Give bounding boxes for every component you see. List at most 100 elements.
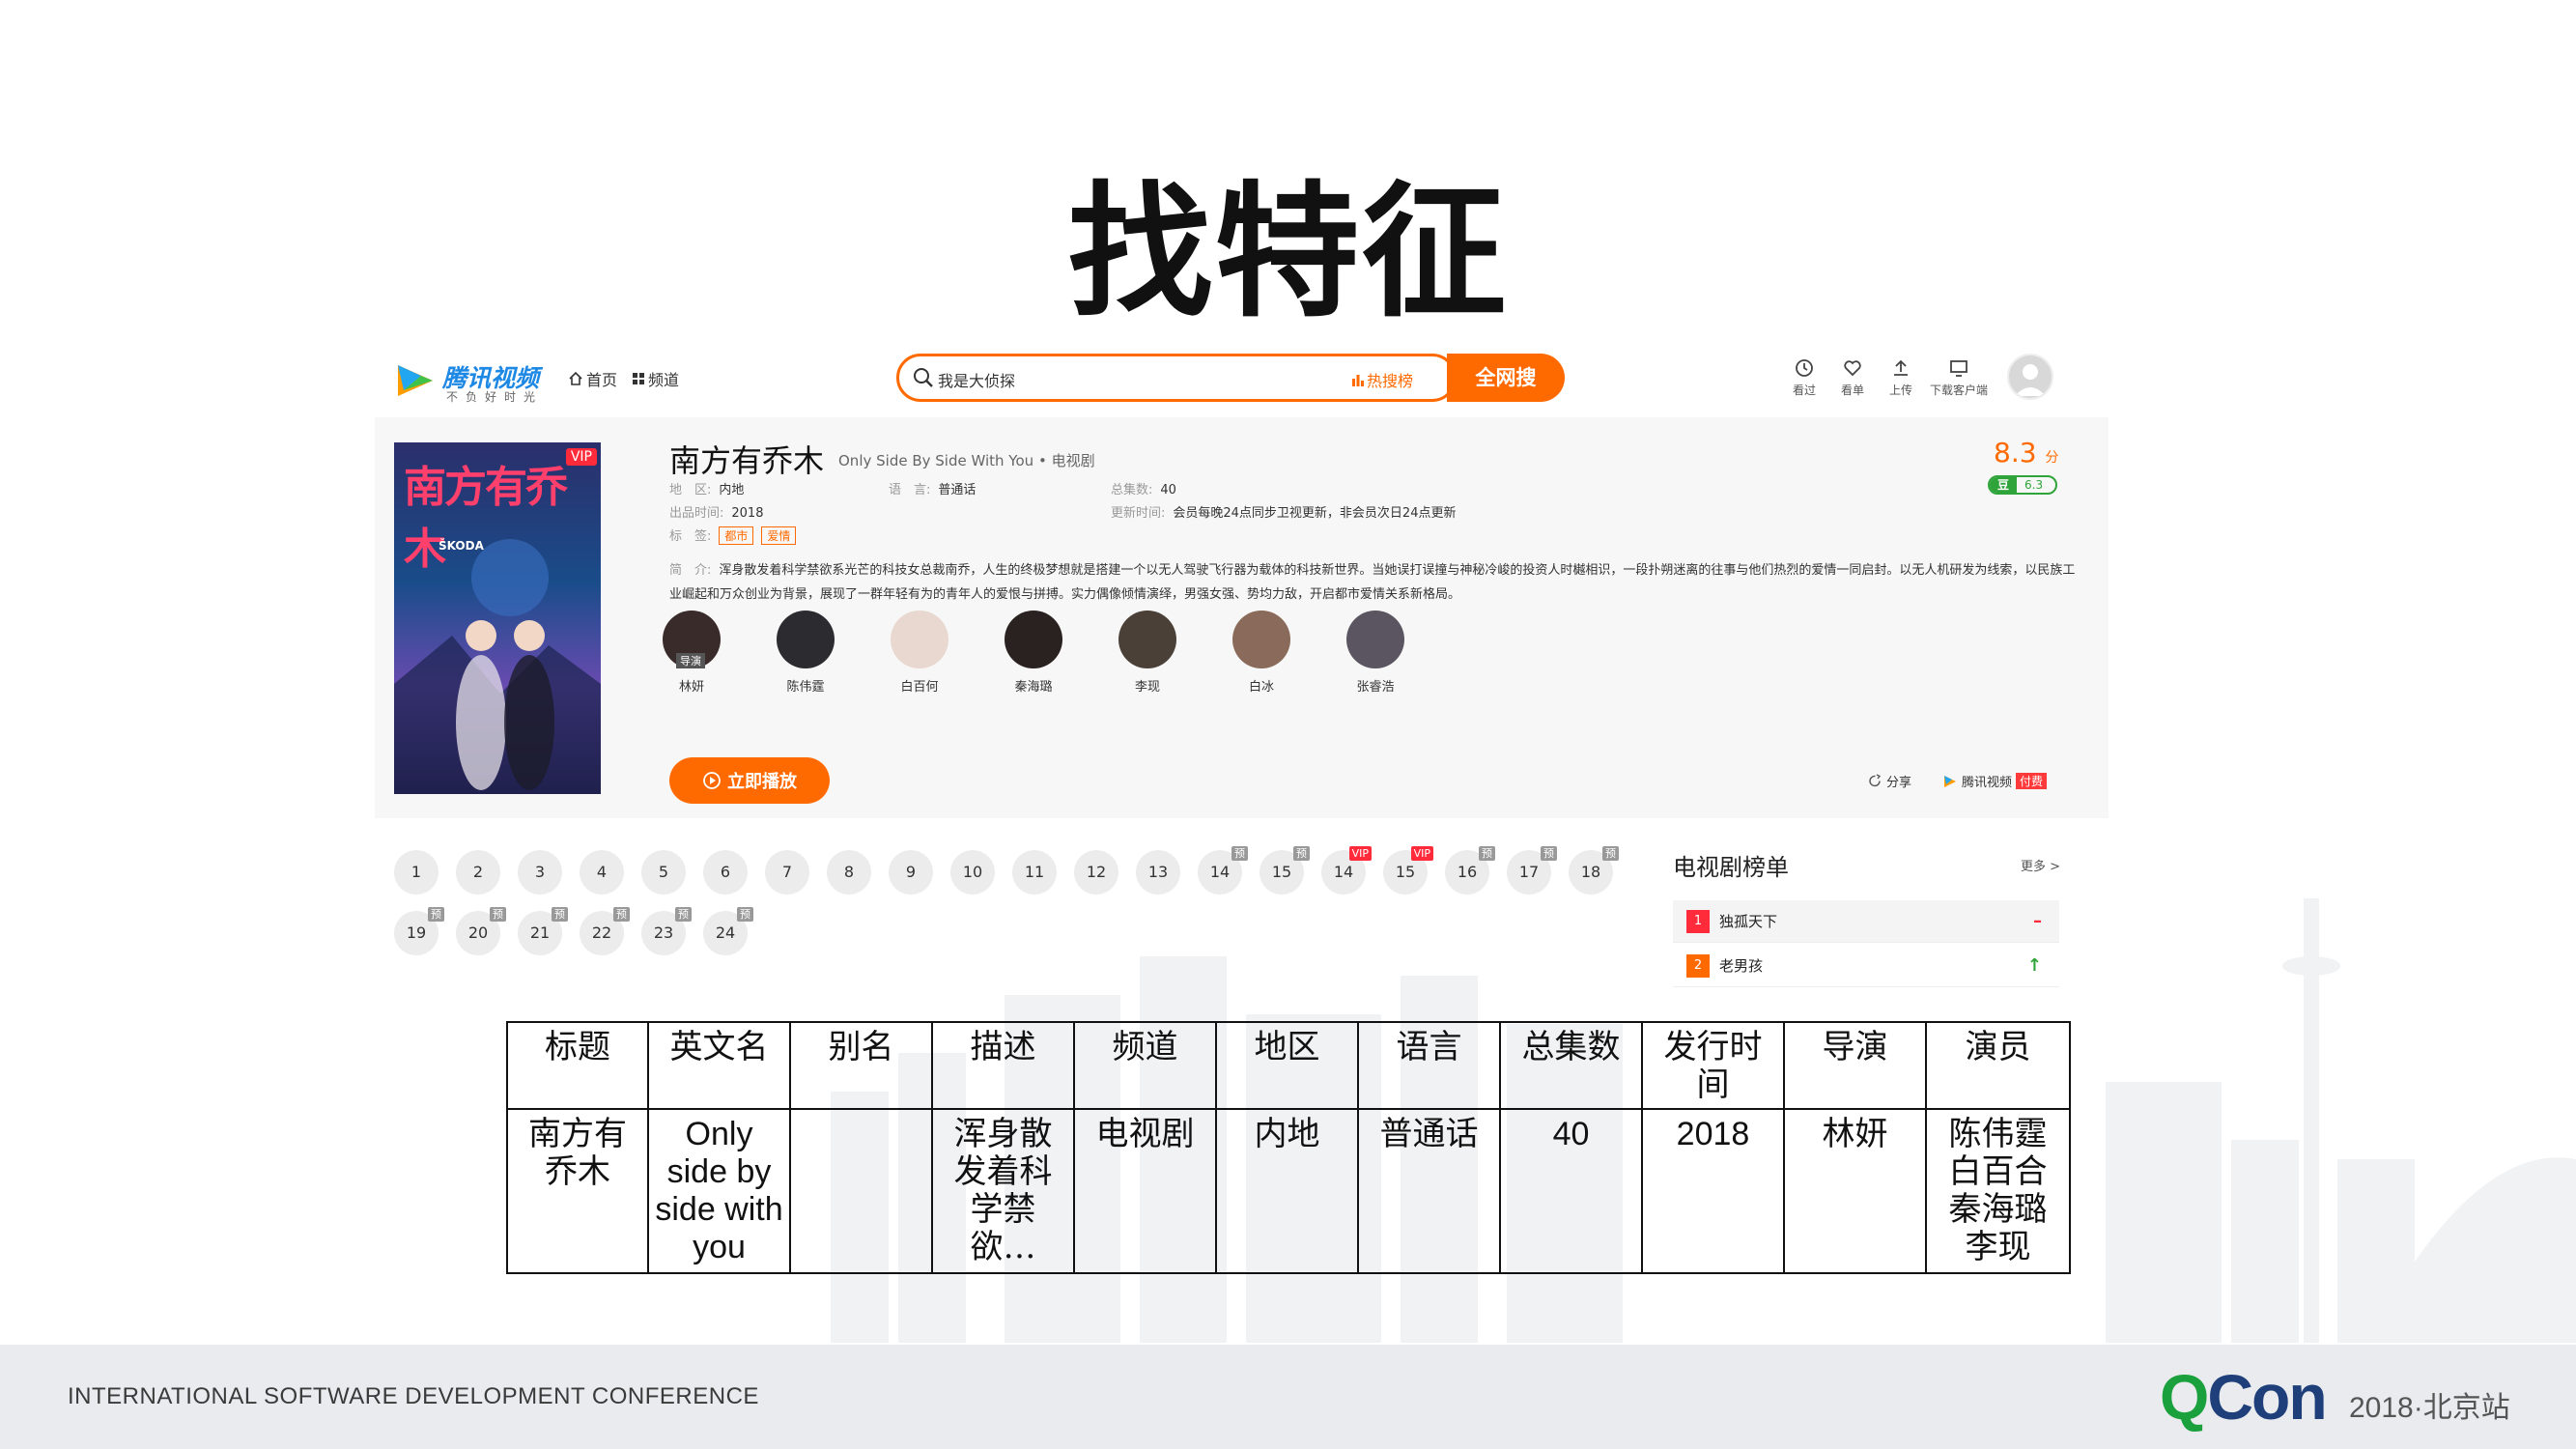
ranking-more-link[interactable]: 更多 > (2021, 856, 2060, 874)
episodes-key: 总集数: (1111, 483, 1153, 497)
watchlist-label: 看单 (1841, 384, 1865, 397)
episode-button[interactable]: 6 (703, 850, 748, 895)
play-logo-icon (398, 365, 433, 396)
search-button[interactable]: 全网搜 (1447, 354, 1565, 402)
episode-button[interactable]: 10 (950, 850, 995, 895)
dot-separator: • (1037, 452, 1052, 469)
nav-home-label: 首页 (586, 371, 618, 389)
tencent-video-logo[interactable]: 腾讯视频 不负好时光 (394, 357, 558, 406)
cell-language: 普通话 (1357, 1108, 1501, 1274)
download-client-button[interactable]: 下载客户端 (1930, 357, 1988, 398)
search-box[interactable]: 我是大侦探 热搜榜 (896, 354, 1457, 402)
ranking-title: 电视剧榜单 (1673, 854, 1789, 881)
download-client-label: 下载客户端 (1930, 384, 1989, 397)
episode-number: 5 (658, 863, 669, 881)
episode-button[interactable]: 21 预 (518, 907, 568, 955)
english-title: Only Side By Side With You (838, 452, 1034, 469)
col-header: 地区 (1215, 1021, 1359, 1110)
episode-button[interactable]: 4 (580, 850, 624, 895)
episode-button[interactable]: 8 (827, 850, 871, 895)
watchlist-button[interactable]: 看单 (1841, 357, 1864, 398)
tags-key: 标 签: (669, 529, 712, 544)
release-key: 出品时间: (669, 506, 724, 521)
episode-button[interactable]: 1 (394, 850, 439, 895)
tag-chip[interactable]: 爱情 (761, 526, 797, 545)
language-value: 普通话 (938, 483, 977, 497)
episode-button[interactable]: 2 (456, 850, 500, 895)
nav-channel[interactable]: 频道 (632, 367, 679, 390)
episode-button[interactable]: 14 VIP (1321, 846, 1372, 895)
col-header: 别名 (789, 1021, 933, 1110)
meta-tags: 标 签: 都市 爱情 (669, 526, 804, 545)
upload-button[interactable]: 上传 (1889, 357, 1912, 398)
episode-button[interactable]: 20 预 (456, 907, 506, 955)
episode-button[interactable]: 23 预 (641, 907, 692, 955)
col-header: 英文名 (647, 1021, 791, 1110)
episodes-value: 40 (1160, 483, 1176, 497)
poster-vip-badge: VIP (565, 448, 597, 466)
show-title: 南方有乔木 (669, 442, 825, 479)
episode-button[interactable]: 12 (1074, 850, 1118, 895)
history-button[interactable]: 看过 (1793, 357, 1816, 398)
meta-region: 地 区: 内地 (669, 479, 744, 497)
search-input[interactable]: 我是大侦探 (938, 368, 1015, 391)
tag-chip[interactable]: 都市 (719, 526, 754, 545)
share-icon (1869, 774, 1882, 787)
preview-badge: 预 (737, 907, 753, 922)
episode-button[interactable]: 9 (889, 850, 933, 895)
cell-release: 2018 (1641, 1108, 1785, 1274)
episode-number: 17 (1518, 863, 1540, 881)
hot-search-label: 热搜榜 (1367, 372, 1414, 390)
share-button[interactable]: 分享 (1868, 772, 1911, 790)
preview-badge: 预 (1231, 846, 1248, 861)
episode-button[interactable]: 18 预 (1569, 846, 1619, 895)
description: 简 介: 浑身散发着科学禁欲系光芒的科技女总裁南乔，人生的终极梦想就是搭建一个以无… (669, 558, 2080, 607)
episode-button[interactable]: 5 (641, 850, 686, 895)
episode-button[interactable]: 22 预 (580, 907, 630, 955)
episode-button[interactable]: 24 预 (703, 907, 753, 955)
nav-home[interactable]: 首页 (568, 367, 617, 390)
source-label: 腾讯视频 (1962, 776, 2013, 790)
episode-button[interactable]: 17 预 (1507, 846, 1557, 895)
show-type: 电视剧 (1051, 452, 1095, 469)
score-unit: 分 (2045, 450, 2059, 466)
episode-number: 18 (1580, 863, 1601, 881)
episode-button[interactable]: 15 预 (1260, 846, 1310, 895)
episode-button[interactable]: 15 VIP (1383, 846, 1433, 895)
cast-name: 白冰 (1248, 680, 1274, 695)
play-now-button[interactable]: 立即播放 (669, 757, 830, 804)
ranking-item[interactable]: 1 独孤天下 – (1673, 900, 2059, 943)
language-key: 语 言: (889, 483, 931, 497)
episode-button[interactable]: 19 预 (394, 907, 444, 955)
ranking-item[interactable]: 2 老男孩 ↑ (1673, 945, 2059, 987)
cast-member[interactable]: 张睿浩 (1332, 611, 1419, 695)
history-label: 看过 (1793, 384, 1817, 397)
play-now-label: 立即播放 (727, 772, 797, 792)
hot-search-link[interactable]: 热搜榜 (1351, 368, 1413, 391)
rank-number: 2 (1686, 953, 1710, 978)
source-link[interactable]: 腾讯视频 付费 (1942, 772, 2048, 790)
preview-badge: 预 (490, 907, 506, 922)
cast-member[interactable]: 陈伟霆 (762, 611, 849, 695)
douban-value: 6.3 (2024, 478, 2044, 492)
episode-button[interactable]: 16 预 (1445, 846, 1495, 895)
episode-button[interactable]: 7 (765, 850, 809, 895)
episode-button[interactable]: 13 (1136, 850, 1180, 895)
cast-member[interactable]: 导演 林妍 (648, 611, 735, 695)
show-poster[interactable]: 南方有乔木 VIP ŠKODA (394, 442, 601, 794)
cast-member[interactable]: 秦海璐 (990, 611, 1077, 695)
cast-avatar (1232, 611, 1290, 668)
user-avatar[interactable] (2007, 354, 2053, 400)
episode-number: 16 (1457, 863, 1478, 881)
meta-language: 语 言: 普通话 (889, 479, 976, 497)
episode-button[interactable]: 11 (1012, 850, 1057, 895)
table-header-row: 标题 英文名 别名 描述 频道 地区 语言 总集数 发行时间 导演 演员 (506, 1021, 2071, 1110)
conference-name: INTERNATIONAL SOFTWARE DEVELOPMENT CONFE… (68, 1383, 759, 1409)
cast-member[interactable]: 李现 (1104, 611, 1191, 695)
episode-button[interactable]: 14 预 (1198, 846, 1248, 895)
cast-member[interactable]: 白百何 (876, 611, 963, 695)
feature-table: 标题 英文名 别名 描述 频道 地区 语言 总集数 发行时间 导演 演员 南方有… (506, 1021, 2071, 1274)
episode-button[interactable]: 3 (518, 850, 562, 895)
cast-member[interactable]: 白冰 (1218, 611, 1305, 695)
qcon-con: Con (2207, 1361, 2327, 1433)
